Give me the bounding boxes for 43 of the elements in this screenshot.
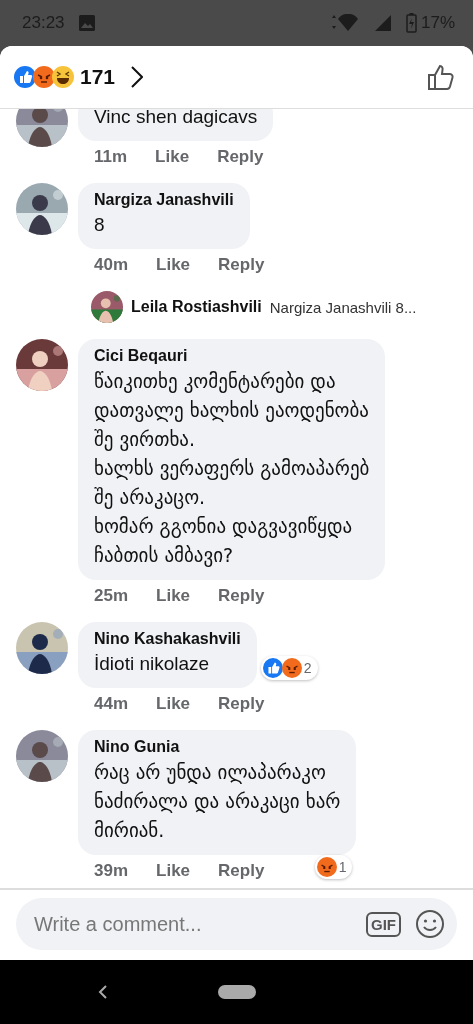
comment-text: Vinc shen dagicavs xyxy=(94,109,258,129)
thumbs-up-icon[interactable] xyxy=(427,63,455,91)
comment-text: წაიკითხე კომენტარები და დათვალე ხალხის ეაოდენობა შე ვირთხა. ხალხს ვერაფერს გამოაპარებ შე არაკაცო. ხომარ გგონია დაგვავიწყდა ჩაბთის ამბავი? xyxy=(94,369,370,569)
reaction-count: 1 xyxy=(338,859,347,875)
reply-link[interactable]: Reply xyxy=(218,255,265,275)
reaction-count: 2 xyxy=(303,660,312,676)
like-link[interactable]: Like xyxy=(156,861,191,881)
comment-field[interactable]: Write a comment... GIF xyxy=(16,898,457,950)
reply-preview-text: Nargiza Janashvili 8... xyxy=(269,298,417,316)
commenter-name[interactable]: Nino Kashakashvili xyxy=(94,630,241,648)
reaction-summary[interactable] xyxy=(14,66,74,88)
back-icon[interactable] xyxy=(97,984,108,1000)
comment-time: 40m xyxy=(94,255,129,275)
comment-text: რაც არ უნდა ილაპარაკო ნაძირალა და არაკაცი ხარ მირიან. xyxy=(94,760,341,843)
reply-link[interactable]: Reply xyxy=(218,861,265,881)
comment-time: 11m xyxy=(94,147,128,167)
commenter-name[interactable]: Nino Gunia xyxy=(94,738,341,756)
wifi-icon xyxy=(329,14,360,32)
image-icon xyxy=(78,15,95,31)
reply-link[interactable]: Reply xyxy=(217,147,264,167)
comment-time: 44m xyxy=(94,694,129,714)
reaction-badge[interactable]: 2 xyxy=(260,656,318,680)
comment-text: İdioti nikolaze xyxy=(94,652,211,676)
reaction-count[interactable]: 171 xyxy=(80,65,116,89)
reply-link[interactable]: Reply xyxy=(218,694,265,714)
comment-text: 8 xyxy=(94,213,106,237)
commenter-name[interactable]: Cici Beqauri xyxy=(94,347,370,365)
like-link[interactable]: Like xyxy=(156,694,191,714)
commenter-name[interactable]: Leila Rostiashvili xyxy=(131,298,262,316)
reply-link[interactable]: Reply xyxy=(218,586,265,606)
chevron-right-icon[interactable] xyxy=(131,66,144,88)
gif-button[interactable]: GIF xyxy=(366,911,401,937)
like-link[interactable]: Like xyxy=(155,147,190,167)
home-handle[interactable] xyxy=(217,985,256,999)
comment-time: 25m xyxy=(94,586,129,606)
like-link[interactable]: Like xyxy=(156,255,191,275)
battery-icon xyxy=(405,13,417,33)
emoji-icon[interactable] xyxy=(415,909,445,939)
commenter-name[interactable]: Nargiza Janashvili xyxy=(94,191,234,209)
comment-time: 39m xyxy=(94,861,129,881)
like-link[interactable]: Like xyxy=(156,586,191,606)
signal-icon xyxy=(373,14,392,32)
reaction-badge[interactable]: 1 xyxy=(314,855,353,879)
